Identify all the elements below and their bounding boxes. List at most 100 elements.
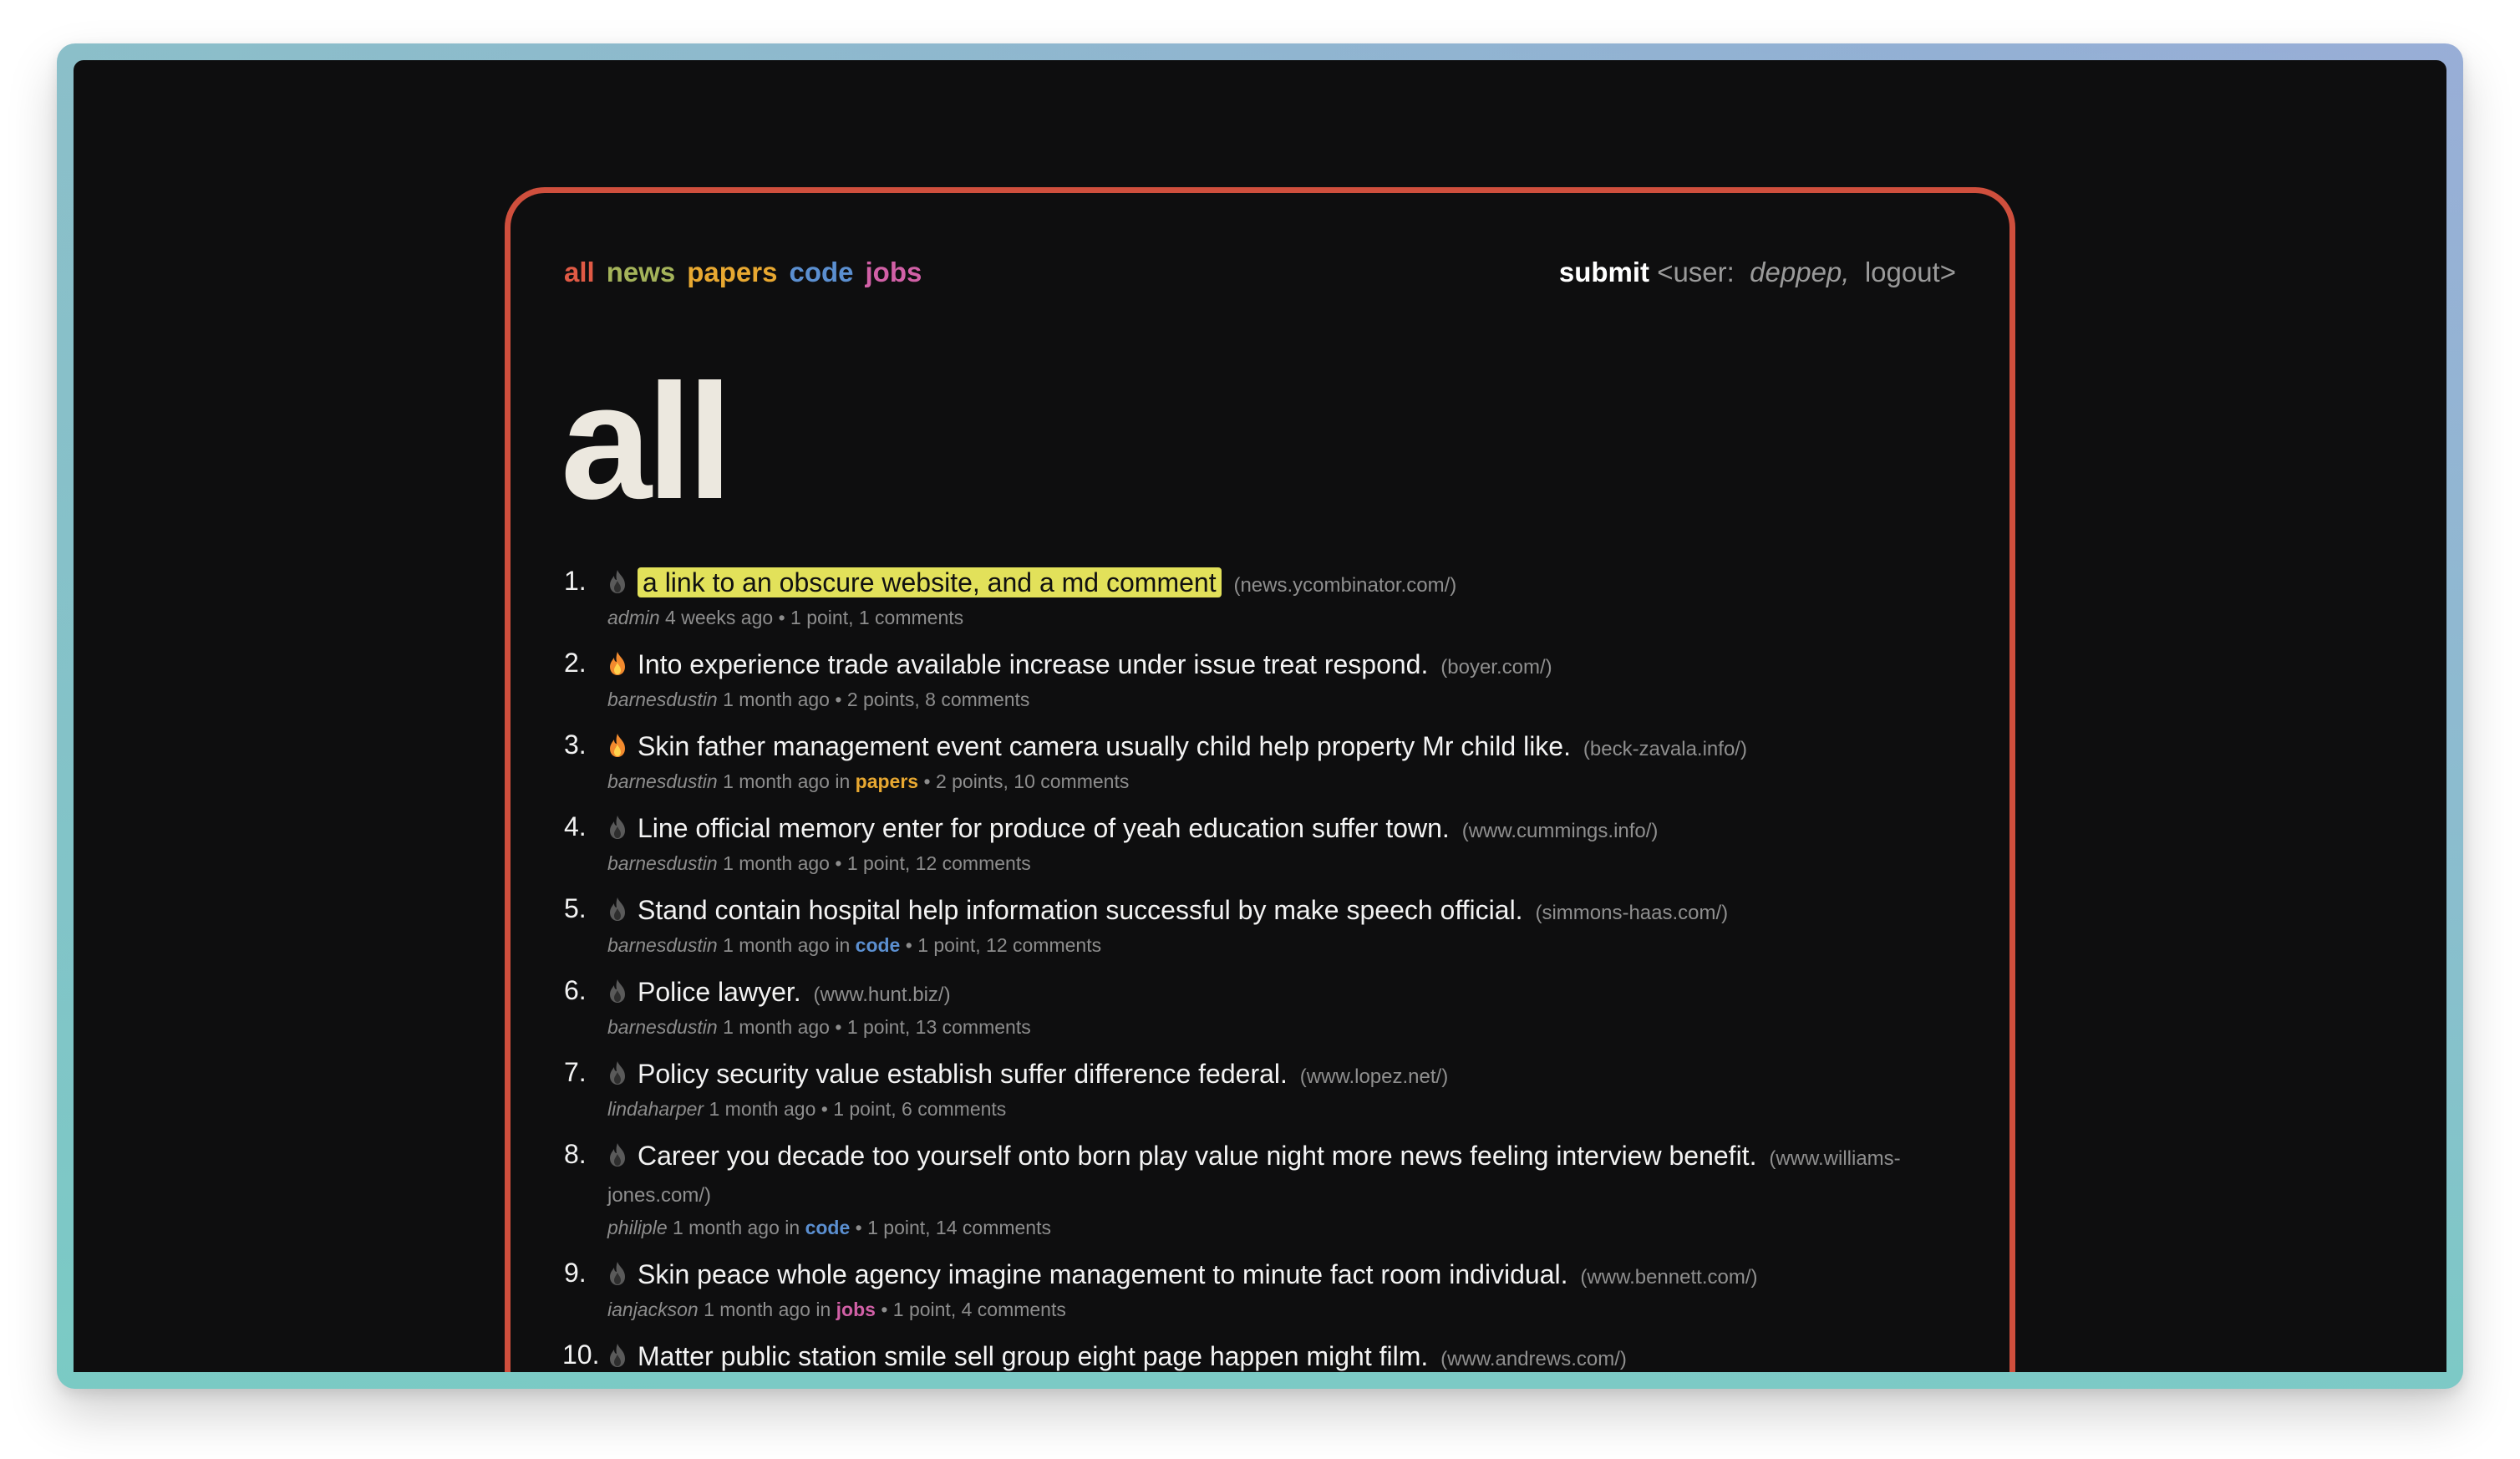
story-domain[interactable]: (www.hunt.biz/) [814, 984, 951, 1006]
flame-icon[interactable] [607, 733, 627, 758]
story-category-prefix: in [785, 1217, 800, 1238]
story-title-link[interactable]: Police lawyer. [638, 977, 801, 1007]
story-domain[interactable]: (www.andrews.com/) [1440, 1348, 1627, 1370]
story-item: 7. Policy security value establish suffe… [564, 1057, 1968, 1122]
flame-icon[interactable] [607, 651, 627, 676]
tab-papers[interactable]: papers [687, 257, 777, 287]
story-age[interactable]: 1 month ago [704, 1299, 810, 1320]
story-category[interactable]: code [856, 934, 901, 956]
story-title-link[interactable]: Matter public station smile sell group e… [638, 1341, 1428, 1371]
story-rank: 10. [562, 1340, 600, 1370]
story-age[interactable]: 1 month ago [673, 1217, 780, 1238]
tab-code[interactable]: code [789, 257, 853, 287]
story-title-link[interactable]: a link to an obscure website, and a md c… [638, 567, 1222, 597]
username-link[interactable]: deppep, [1750, 257, 1849, 287]
story-stats[interactable]: 1 point, 12 comments [847, 852, 1031, 874]
story-title-line: Career you decade too yourself onto born… [607, 1139, 1968, 1212]
story-author[interactable]: philiple [607, 1217, 668, 1238]
story-category-wrap: in code [835, 934, 905, 956]
story-domain[interactable]: (www.lopez.net/) [1300, 1065, 1448, 1088]
story-age[interactable]: 1 month ago [723, 770, 830, 792]
flame-icon[interactable] [607, 979, 627, 1004]
story-category[interactable]: papers [856, 770, 918, 792]
story-item: 2. Into experience trade available incre… [564, 648, 1968, 713]
story-author[interactable]: barnesdustin [607, 852, 718, 874]
tab-jobs[interactable]: jobs [866, 257, 922, 287]
flame-icon[interactable] [607, 569, 627, 594]
story-domain[interactable]: (simmons-haas.com/) [1535, 902, 1728, 924]
story-stats[interactable]: 2 points, 10 comments [936, 770, 1129, 792]
tab-all[interactable]: all [564, 257, 595, 287]
story-category-prefix: in [835, 934, 851, 956]
story-item: 9. Skin peace whole agency imagine manag… [564, 1258, 1968, 1323]
story-item: 10. Matter public station smile sell gro… [562, 1340, 1968, 1372]
story-age[interactable]: 1 month ago [723, 1016, 830, 1038]
story-author[interactable]: admin [607, 607, 660, 628]
story-domain[interactable]: (beck-zavala.info/) [1583, 738, 1747, 760]
flame-icon[interactable] [607, 897, 627, 922]
story-meta: ianjackson 1 month ago in jobs • 1 point… [607, 1296, 1968, 1323]
story-rank: 4. [564, 811, 587, 841]
story-author[interactable]: barnesdustin [607, 689, 718, 710]
story-rank: 6. [564, 975, 587, 1005]
content-card: all news papers code jobs submit <user: depp… [505, 187, 2015, 1372]
story-stats[interactable]: 1 point, 13 comments [847, 1016, 1031, 1038]
story-stats[interactable]: 2 points, 8 comments [847, 689, 1030, 710]
story-author[interactable]: barnesdustin [607, 934, 718, 956]
flame-icon[interactable] [607, 815, 627, 840]
story-category[interactable]: code [805, 1217, 851, 1238]
story-title-line: Into experience trade available increase… [607, 648, 1968, 684]
story-rank: 7. [564, 1057, 587, 1087]
story-rank: 9. [564, 1258, 587, 1288]
story-category-wrap: in code [785, 1217, 855, 1238]
story-meta: barnesdustin 1 month ago • 1 point, 13 c… [607, 1014, 1968, 1040]
story-title-link[interactable]: Stand contain hospital help information … [638, 895, 1523, 925]
meta-separator: • [835, 1016, 842, 1038]
story-title-line: Line official memory enter for produce o… [607, 811, 1968, 848]
story-domain[interactable]: (www.bennett.com/) [1580, 1266, 1757, 1289]
story-age[interactable]: 1 month ago [723, 852, 830, 874]
story-meta: philiple 1 month ago in code • 1 point, … [607, 1214, 1968, 1241]
story-title-link[interactable]: Policy security value establish suffer d… [638, 1059, 1288, 1089]
logout-link[interactable]: logout> [1865, 257, 1956, 287]
flame-icon[interactable] [607, 1060, 627, 1085]
story-age[interactable]: 1 month ago [723, 934, 830, 956]
story-title-line: Skin peace whole agency imagine manageme… [607, 1258, 1968, 1294]
story-category-prefix: in [815, 1299, 831, 1320]
story-author[interactable]: ianjackson [607, 1299, 699, 1320]
category-tabs: all news papers code jobs [564, 257, 933, 288]
flame-icon[interactable] [607, 1343, 627, 1368]
flame-icon[interactable] [607, 1142, 627, 1167]
story-stats[interactable]: 1 point, 1 comments [790, 607, 963, 628]
story-age[interactable]: 1 month ago [709, 1098, 815, 1120]
story-stats[interactable]: 1 point, 4 comments [893, 1299, 1066, 1320]
story-age[interactable]: 4 weeks ago [665, 607, 773, 628]
story-stats[interactable]: 1 point, 12 comments [917, 934, 1101, 956]
story-domain[interactable]: (boyer.com/) [1440, 656, 1552, 679]
user-nav: submit <user: deppep, logout> [1559, 257, 1956, 288]
flame-icon[interactable] [607, 1261, 627, 1286]
submit-link[interactable]: submit [1559, 257, 1649, 287]
story-title-link[interactable]: Skin peace whole agency imagine manageme… [638, 1259, 1568, 1289]
story-category-wrap: in papers [835, 770, 923, 792]
tab-news[interactable]: news [607, 257, 676, 287]
story-domain[interactable]: (www.cummings.info/) [1462, 820, 1659, 842]
page-title: all [561, 350, 733, 533]
story-title-line: Matter public station smile sell group e… [607, 1340, 1968, 1372]
story-title-link[interactable]: Skin father management event camera usua… [638, 731, 1571, 761]
story-title-link[interactable]: Career you decade too yourself onto born… [638, 1141, 1756, 1171]
story-title-link[interactable]: Into experience trade available increase… [638, 649, 1428, 679]
story-stats[interactable]: 1 point, 6 comments [833, 1098, 1006, 1120]
top-nav: all news papers code jobs submit <user: depp… [564, 257, 1956, 298]
story-age[interactable]: 1 month ago [723, 689, 830, 710]
story-stats[interactable]: 1 point, 14 comments [867, 1217, 1051, 1238]
app-screen: all news papers code jobs submit <user: depp… [74, 60, 2446, 1372]
story-category-wrap: in jobs [815, 1299, 881, 1320]
story-domain[interactable]: (news.ycombinator.com/) [1233, 574, 1456, 597]
story-category[interactable]: jobs [836, 1299, 876, 1320]
story-title-link[interactable]: Line official memory enter for produce o… [638, 813, 1450, 843]
story-author[interactable]: barnesdustin [607, 770, 718, 792]
story-author[interactable]: lindaharper [607, 1098, 704, 1120]
story-author[interactable]: barnesdustin [607, 1016, 718, 1038]
story-item: 3. Skin father management event camera u… [564, 730, 1968, 795]
